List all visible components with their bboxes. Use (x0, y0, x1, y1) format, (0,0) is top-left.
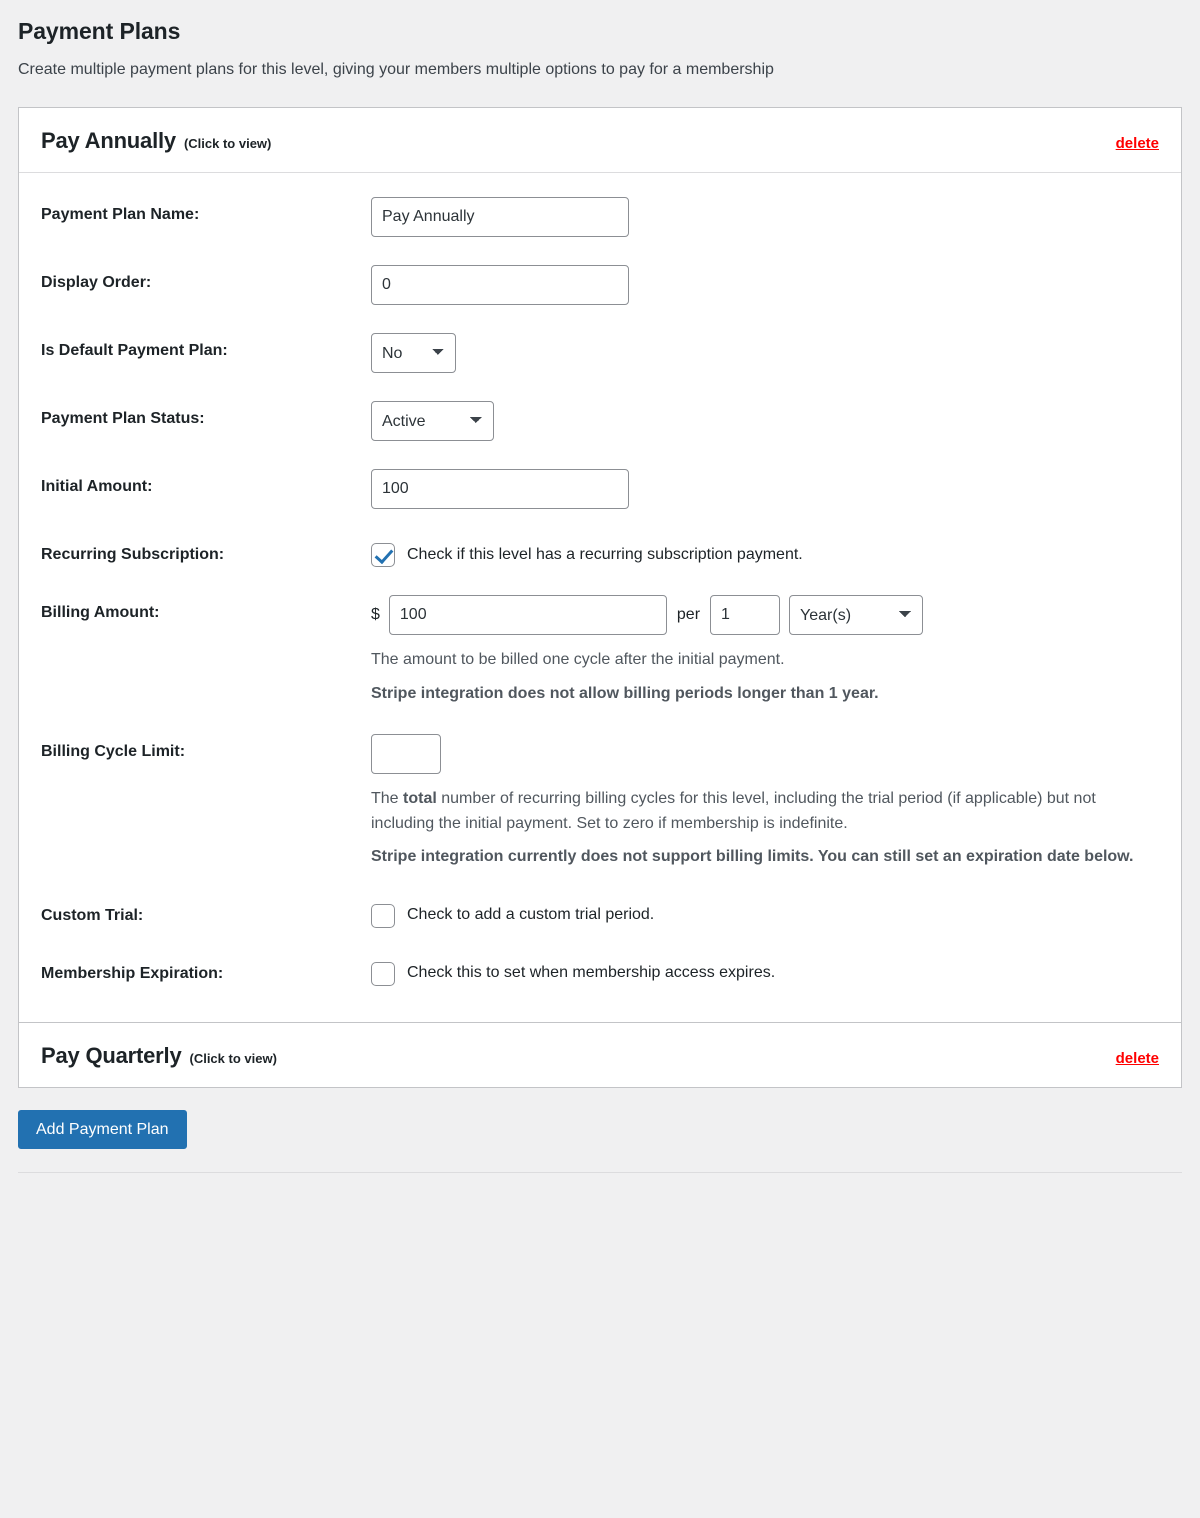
recurring-subscription-check-line: Check if this level has a recurring subs… (371, 537, 1159, 568)
billing-cycle-limit-help-strong: Stripe integration currently does not su… (371, 848, 1134, 866)
bottom-divider (18, 1171, 1182, 1173)
row-display-order: Display Order: (41, 251, 1159, 319)
plan-title: Pay Quarterly (41, 1042, 182, 1068)
billing-cycle-limit-help: The total number of recurring billing cy… (371, 786, 1159, 837)
field-is-default: No (371, 333, 1159, 374)
field-membership-expiration: Check this to set when membership access… (371, 956, 1159, 986)
label-custom-trial: Custom Trial: (41, 906, 144, 924)
label-is-default: Is Default Payment Plan: (41, 342, 228, 360)
billing-cycle-limit-help-suffix: number of recurring billing cycles for t… (371, 789, 1096, 833)
billing-amount-help-strong: Stripe integration does not allow billin… (371, 684, 879, 702)
field-billing-amount: $ per Year(s) The amount to be billed on… (371, 595, 1159, 706)
billing-cycle-limit-input[interactable] (371, 733, 441, 774)
custom-trial-checkbox[interactable] (371, 903, 395, 928)
billing-amount-controls: $ per Year(s) (371, 595, 1159, 636)
label-plan-name: Payment Plan Name: (41, 206, 200, 224)
row-billing-amount: Billing Amount: $ per Year(s) The amount… (41, 581, 1159, 720)
page-title: Payment Plans (18, 18, 181, 44)
billing-cycle-limit-help-bold: total (403, 789, 437, 807)
custom-trial-checkbox-label: Check to add a custom trial period. (407, 906, 655, 924)
is-default-select[interactable]: No (371, 333, 456, 374)
billing-cycle-number-input[interactable] (710, 595, 781, 636)
field-billing-cycle-limit: The total number of recurring billing cy… (371, 733, 1159, 870)
plan-header-pay-annually[interactable]: Pay Annually (Click to view) delete (19, 108, 1181, 174)
recurring-subscription-checkbox-label: Check if this level has a recurring subs… (407, 545, 803, 563)
plan-title-group: Pay Quarterly (Click to view) (41, 1043, 277, 1069)
plan-header-pay-quarterly[interactable]: Pay Quarterly (Click to view) delete (19, 1022, 1181, 1087)
per-label: per (676, 606, 701, 624)
billing-cycle-period-select[interactable]: Year(s) (789, 595, 924, 636)
field-plan-status: Active (371, 401, 1159, 442)
page-description: Create multiple payment plans for this l… (18, 61, 774, 78)
row-plan-status: Payment Plan Status: Active (41, 387, 1159, 455)
field-display-order (371, 265, 1159, 306)
membership-expiration-checkbox[interactable] (371, 961, 395, 986)
row-initial-amount: Initial Amount: (41, 455, 1159, 523)
initial-amount-input[interactable] (371, 469, 629, 510)
membership-expiration-check-line: Check this to set when membership access… (371, 956, 1159, 986)
label-recurring-subscription: Recurring Subscription: (41, 546, 225, 564)
currency-symbol: $ (371, 606, 380, 624)
row-recurring-subscription: Recurring Subscription: Check if this le… (41, 523, 1159, 581)
payment-plan-pay-annually: Pay Annually (Click to view) delete Paym… (19, 108, 1181, 1022)
row-is-default: Is Default Payment Plan: No (41, 319, 1159, 387)
custom-trial-check-line: Check to add a custom trial period. (371, 898, 1159, 928)
payment-plans-page: Payment Plans Create multiple payment pl… (0, 0, 1200, 1173)
row-membership-expiration: Membership Expiration: Check this to set… (41, 942, 1159, 1000)
billing-amount-input[interactable] (388, 595, 667, 636)
plan-name-input[interactable] (371, 197, 629, 238)
billing-cycle-limit-help-prefix: The (371, 789, 404, 807)
label-billing-cycle-limit: Billing Cycle Limit: (41, 742, 186, 760)
add-payment-plan-button[interactable]: Add Payment Plan (18, 1109, 187, 1149)
recurring-subscription-checkbox[interactable] (371, 543, 395, 568)
payment-plans-list: Pay Annually (Click to view) delete Paym… (18, 107, 1182, 1088)
delete-plan-link[interactable]: delete (1116, 1050, 1159, 1067)
label-display-order: Display Order: (41, 274, 152, 292)
plan-click-hint: (Click to view) (183, 136, 272, 152)
row-plan-name: Payment Plan Name: (41, 183, 1159, 251)
payment-plan-pay-quarterly: Pay Quarterly (Click to view) delete (19, 1021, 1181, 1087)
display-order-input[interactable] (371, 265, 629, 306)
field-recurring-subscription: Check if this level has a recurring subs… (371, 537, 1159, 568)
label-billing-amount: Billing Amount: (41, 604, 160, 622)
plan-title-group: Pay Annually (Click to view) (41, 128, 271, 154)
plan-status-select[interactable]: Active (371, 401, 494, 442)
field-plan-name (371, 197, 1159, 238)
page-footer: Add Payment Plan (0, 1088, 1200, 1149)
label-membership-expiration: Membership Expiration: (41, 964, 224, 982)
row-billing-cycle-limit: Billing Cycle Limit: The total number of… (41, 720, 1159, 884)
plan-body-pay-annually: Payment Plan Name: Display Order: Is Def… (19, 173, 1181, 1021)
delete-plan-link[interactable]: delete (1116, 135, 1159, 152)
plan-title: Pay Annually (41, 128, 176, 154)
row-custom-trial: Custom Trial: Check to add a custom tria… (41, 884, 1159, 942)
billing-amount-help: The amount to be billed one cycle after … (371, 651, 785, 669)
field-custom-trial: Check to add a custom trial period. (371, 898, 1159, 928)
membership-expiration-checkbox-label: Check this to set when membership access… (407, 964, 776, 982)
plan-click-hint: (Click to view) (189, 1050, 277, 1066)
field-initial-amount (371, 469, 1159, 510)
label-initial-amount: Initial Amount: (41, 478, 153, 496)
label-plan-status: Payment Plan Status: (41, 410, 205, 428)
